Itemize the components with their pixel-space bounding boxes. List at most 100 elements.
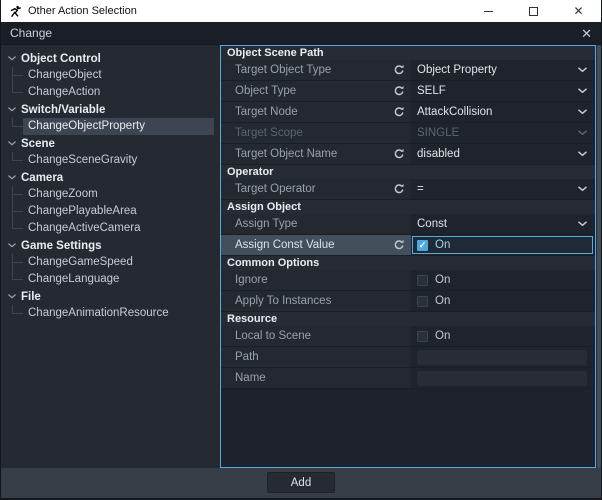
checkbox-label: On [435,239,450,251]
tree-item-change-object-property[interactable]: ChangeObjectProperty [23,118,214,135]
property-label: Assign Type [235,218,297,230]
chevron-down-icon [8,56,16,61]
revert-icon[interactable] [393,183,405,195]
chevron-down-icon [578,221,587,227]
chevron-down-icon [578,186,587,192]
maximize-button[interactable] [511,0,556,22]
chevron-down-icon [578,109,587,115]
property-label-cell: Target Operator [221,179,411,199]
tree-item-change-game-speed[interactable]: ChangeGameSpeed [23,254,214,271]
close-button[interactable]: ✕ [556,0,601,22]
tree-children-scene: ChangeSceneGravity [1,152,220,169]
checkbox-ignore[interactable] [417,275,428,286]
property-label-cell: Assign Type [221,214,411,234]
property-label-cell: Target Node [221,102,411,122]
revert-icon[interactable] [393,106,405,118]
tree-item-change-playable-area[interactable]: ChangePlayableArea [23,203,214,220]
checkbox-apply-to-instances[interactable] [417,296,428,307]
property-row-target-node: Target Node AttackCollision [221,102,595,123]
titlebar: Other Action Selection ✕ [1,0,601,22]
panel-close-icon[interactable]: ✕ [581,27,592,40]
tree-category-label: Object Control [21,53,101,65]
dropdown-target-operator[interactable]: = [411,179,595,199]
property-label: Assign Const Value [235,239,335,251]
chevron-down-icon [8,175,16,180]
focused-value-box: On [412,236,593,254]
tree-item-change-language[interactable]: ChangeLanguage [23,271,214,288]
action-tree: Object Control ChangeObjectChangeAction Sw… [1,45,220,468]
property-label-cell: Target Scope [221,123,411,143]
property-label: Name [235,372,266,384]
property-label: Path [235,351,259,363]
dropdown-target-node[interactable]: AttackCollision [411,102,595,122]
property-row-target-scope: Target Scope SINGLE [221,123,595,144]
checkbox-label: On [435,274,450,286]
chevron-down-icon [578,67,587,73]
chevron-down-icon [8,141,16,146]
property-label-cell: Local to Scene [221,326,411,346]
property-value-cell: On [411,270,595,290]
tree-item-change-active-camera[interactable]: ChangeActiveCamera [23,220,214,237]
tree-category-object-control[interactable]: Object Control [1,50,220,67]
revert-icon[interactable] [393,239,405,251]
tree-children-object-control: ChangeObjectChangeAction [1,67,220,101]
maximize-icon [529,7,538,16]
tree-item-change-object[interactable]: ChangeObject [23,67,214,84]
property-label: Local to Scene [235,330,311,342]
tree-item-change-zoom[interactable]: ChangeZoom [23,186,214,203]
checkbox-local-to-scene[interactable] [417,331,428,342]
checkbox-assign-const-value[interactable] [417,240,428,251]
tree-category-switch-variable[interactable]: Switch/Variable [1,101,220,118]
property-row-assign-const-value: Assign Const Value On [221,235,595,256]
vertical-scrollbar[interactable] [597,45,601,468]
dropdown-value: Const [417,218,447,230]
tree-item-change-action[interactable]: ChangeAction [23,84,214,101]
property-label: Ignore [235,274,268,286]
revert-icon[interactable] [393,148,405,160]
tree-children-camera: ChangeZoomChangePlayableAreaChangeActive… [1,186,220,237]
chevron-down-icon [8,243,16,248]
scrollbar-thumb[interactable] [597,45,601,468]
close-icon: ✕ [573,5,583,17]
revert-icon[interactable] [393,85,405,97]
add-button[interactable]: Add [267,472,335,493]
inspector-empty-area [221,389,595,467]
revert-icon[interactable] [393,64,405,76]
tree-category-label: Scene [21,138,55,150]
property-row-apply-to-instances: Apply To InstancesOn [221,291,595,312]
dropdown-target-object-name[interactable]: disabled [411,144,595,164]
property-label: Target Scope [235,127,303,139]
property-row-target-object-name: Target Object Name disabled [221,144,595,165]
dialog-content: Object Control ChangeObjectChangeAction Sw… [1,45,601,468]
text-field-path[interactable] [417,350,587,365]
text-field-name[interactable] [417,371,587,386]
dropdown-object-type[interactable]: SELF [411,81,595,101]
property-label-cell: Ignore [221,270,411,290]
property-label: Apply To Instances [235,295,331,307]
tree-item-change-animation-resource[interactable]: ChangeAnimationResource [23,305,214,322]
panel-header: Change ✕ [1,22,601,45]
dropdown-value: Object Property [417,64,497,76]
property-label-cell: Assign Const Value [221,235,411,255]
tree-item-change-scene-gravity[interactable]: ChangeSceneGravity [23,152,214,169]
tree-category-file[interactable]: File [1,288,220,305]
dropdown-target-scope[interactable]: SINGLE [411,123,595,143]
tree-category-label: Switch/Variable [21,104,105,116]
chevron-down-icon [578,151,587,157]
minimize-button[interactable] [466,0,511,22]
dropdown-assign-type[interactable]: Const [411,214,595,234]
property-label: Target Node [235,106,298,118]
property-label: Target Object Name [235,148,337,160]
property-row-target-object-type: Target Object TypeObject Property [221,60,595,81]
property-row-ignore: Ignore On [221,270,595,291]
dialog-footer: Add [1,468,601,498]
tree-children-game-settings: ChangeGameSpeedChangeLanguage [1,254,220,288]
dropdown-target-object-type[interactable]: Object Property [411,60,595,80]
property-label-cell: Name [221,368,411,388]
tree-category-scene[interactable]: Scene [1,135,220,152]
dropdown-value: SELF [417,85,446,97]
tree-category-camera[interactable]: Camera [1,169,220,186]
property-value-cell [411,368,595,388]
tree-category-game-settings[interactable]: Game Settings [1,237,220,254]
property-row-path: Path [221,347,595,368]
